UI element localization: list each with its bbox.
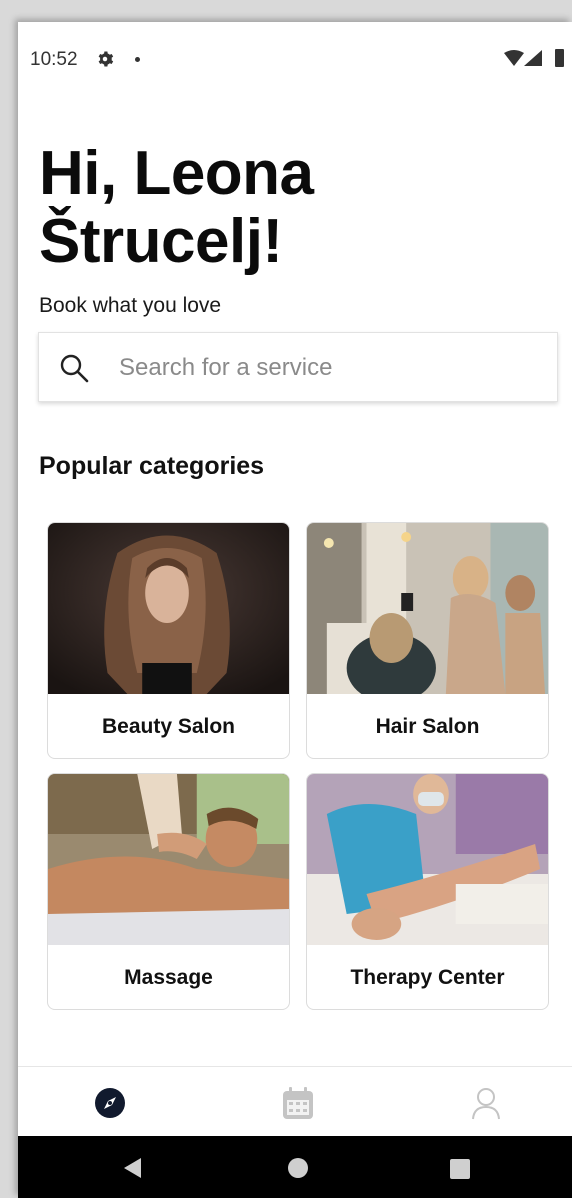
phone-screen: 10:52 Hi, Leona Štrucelj! Book what you …: [18, 22, 572, 1198]
notification-dot: [135, 57, 140, 62]
signal-icon: [524, 50, 542, 66]
status-time: 10:52: [30, 49, 78, 70]
therapy-center-image: [307, 774, 548, 945]
search-input[interactable]: [119, 353, 539, 383]
category-card-beauty-salon[interactable]: Beauty Salon: [47, 522, 290, 759]
search-bar[interactable]: [38, 332, 558, 402]
back-button[interactable]: [124, 1158, 141, 1178]
bottom-nav: [18, 1066, 572, 1137]
category-card-therapy-center[interactable]: Therapy Center: [306, 773, 549, 1010]
category-label: Massage: [124, 966, 213, 989]
home-button[interactable]: [288, 1158, 308, 1178]
category-label: Beauty Salon: [101, 715, 236, 738]
page-title: Hi, Leona Štrucelj!: [39, 139, 314, 276]
beauty-salon-image: [48, 523, 289, 694]
category-label: Hair Salon: [375, 715, 480, 738]
section-title-popular: Popular categories: [39, 452, 265, 480]
system-nav-bar: [18, 1136, 572, 1198]
massage-image: [48, 774, 289, 945]
profile-icon[interactable]: [466, 1083, 506, 1123]
wifi-icon: [504, 50, 524, 66]
page-subtitle: Book what you love: [39, 294, 222, 317]
search-icon[interactable]: [59, 353, 89, 383]
category-label: Therapy Center: [350, 966, 505, 989]
category-card-massage[interactable]: Massage: [47, 773, 290, 1010]
status-bar: 10:52: [18, 22, 572, 94]
hair-salon-image: [307, 523, 548, 694]
calendar-icon[interactable]: [278, 1083, 318, 1123]
category-card-hair-salon[interactable]: Hair Salon: [306, 522, 549, 759]
compass-icon[interactable]: [90, 1083, 130, 1123]
recents-button[interactable]: [450, 1159, 470, 1179]
gear-icon: [98, 51, 114, 67]
battery-icon: [555, 49, 564, 67]
